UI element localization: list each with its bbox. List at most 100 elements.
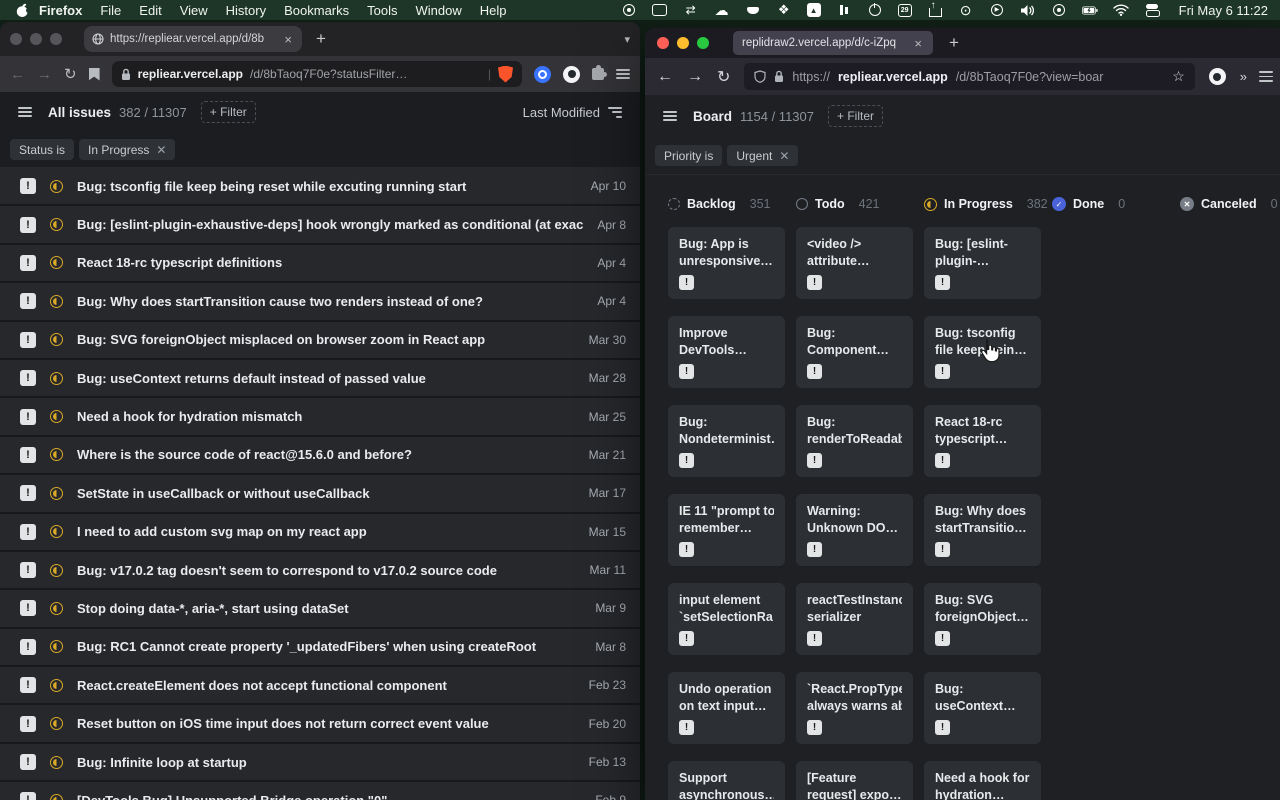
- address-bar[interactable]: https://repliear.vercel.app/d/8bTaoq7F0e…: [744, 63, 1194, 90]
- issue-row[interactable]: [DevTools Bug] Unsupported Bridge operat…: [0, 782, 640, 800]
- board-card[interactable]: input element`setSelectionRa: [668, 583, 785, 655]
- apple-menu-icon[interactable]: [14, 2, 30, 18]
- github-extension-icon[interactable]: [563, 66, 580, 83]
- board-card[interactable]: Warning:Unknown DO…: [796, 494, 913, 566]
- browser-tab-right[interactable]: replidraw2.vercel.app/d/c-iZpq ×: [733, 31, 933, 55]
- share-icon[interactable]: [927, 2, 943, 18]
- board-card[interactable]: [Featurerequest] expo…: [796, 761, 913, 800]
- board-card[interactable]: Undo operationon text input…: [668, 672, 785, 744]
- menu-bookmarks[interactable]: Bookmarks: [275, 3, 358, 18]
- menu-firefox[interactable]: Firefox: [30, 3, 91, 18]
- menu-history[interactable]: History: [217, 3, 275, 18]
- board-card[interactable]: Bug: Why doesstartTransitio…: [924, 494, 1041, 566]
- stats-bars-icon[interactable]: [836, 2, 852, 18]
- display-icon[interactable]: [652, 2, 668, 18]
- github-account-icon[interactable]: [1209, 68, 1226, 85]
- filter-field-chip[interactable]: Priority is: [655, 145, 722, 166]
- sort-icon[interactable]: [608, 107, 622, 118]
- reload-button[interactable]: ↻: [64, 65, 77, 83]
- remove-filter-icon[interactable]: ✕: [779, 149, 789, 163]
- filter-value-chip[interactable]: Urgent ✕: [727, 145, 798, 166]
- battery-icon[interactable]: [1082, 2, 1098, 18]
- forward-button[interactable]: →: [37, 66, 52, 83]
- app-sidebar-toggle-icon[interactable]: [18, 107, 32, 117]
- menu-tools[interactable]: Tools: [358, 3, 406, 18]
- new-tab-button[interactable]: +: [310, 29, 332, 49]
- sync-icon[interactable]: [683, 2, 699, 18]
- issue-row[interactable]: Bug: Why does startTransition cause two …: [0, 283, 640, 321]
- board-card[interactable]: IE 11 "prompt toremember…: [668, 494, 785, 566]
- menu-bar-clock[interactable]: Fri May 6 11:22: [1179, 3, 1268, 18]
- tab-close-icon[interactable]: ×: [912, 36, 924, 51]
- board-card[interactable]: Bug:renderToReadab: [796, 405, 913, 477]
- menu-file[interactable]: File: [91, 3, 130, 18]
- issue-row[interactable]: Bug: RC1 Cannot create property '_update…: [0, 629, 640, 667]
- forward-button[interactable]: →: [687, 68, 703, 86]
- issue-row[interactable]: Bug: SVG foreignObject misplaced on brow…: [0, 322, 640, 360]
- calendar-icon[interactable]: 29: [898, 4, 912, 17]
- issue-row[interactable]: React 18-rc typescript definitionsApr 4: [0, 245, 640, 283]
- overflow-menu-icon[interactable]: »: [1240, 69, 1245, 84]
- menu-edit[interactable]: Edit: [130, 3, 170, 18]
- browser-tab-left[interactable]: https://repliear.vercel.app/d/8b ×: [84, 26, 302, 52]
- docker-icon[interactable]: [745, 2, 761, 18]
- browser-menu-icon[interactable]: [1259, 71, 1273, 81]
- reload-button[interactable]: ↻: [717, 67, 730, 87]
- add-filter-button[interactable]: + Filter: [828, 105, 883, 127]
- menu-help[interactable]: Help: [471, 3, 516, 18]
- board-card[interactable]: <video />attribute…: [796, 227, 913, 299]
- issue-row[interactable]: Reset button on iOS time input does not …: [0, 705, 640, 743]
- tab-search-chevron-icon[interactable]: ▾: [624, 33, 630, 46]
- board-card-hovered[interactable]: Bug: tsconfigfile keep bein…: [924, 316, 1041, 388]
- extensions-puzzle-icon[interactable]: [592, 68, 604, 80]
- issue-row[interactable]: Stop doing data-*, aria-*, start using d…: [0, 590, 640, 628]
- record-icon[interactable]: [621, 2, 637, 18]
- board-card[interactable]: `React.PropTypealways warns ab: [796, 672, 913, 744]
- filter-field-chip[interactable]: Status is: [10, 139, 74, 160]
- power-icon[interactable]: [958, 2, 974, 18]
- traffic-lights-inactive[interactable]: [10, 33, 62, 45]
- sort-order-label[interactable]: Last Modified: [523, 105, 600, 120]
- issue-row[interactable]: Bug: tsconfig file keep being reset whil…: [0, 168, 640, 206]
- address-bar[interactable]: repliear.vercel.app /d/8bTaoq7F0e?status…: [112, 61, 522, 87]
- board-card[interactable]: Bug: App isunresponsive…: [668, 227, 785, 299]
- board-card[interactable]: Supportasynchronous…: [668, 761, 785, 800]
- issue-row[interactable]: Bug: v17.0.2 tag doesn't seem to corresp…: [0, 552, 640, 590]
- issue-row[interactable]: Bug: [eslint-plugin-exhaustive-deps] hoo…: [0, 206, 640, 244]
- traffic-lights-active[interactable]: [657, 37, 709, 49]
- wifi-icon[interactable]: [1113, 2, 1129, 18]
- issue-row[interactable]: Bug: useContext returns default instead …: [0, 360, 640, 398]
- bookmark-star-icon[interactable]: ☆: [1172, 68, 1185, 85]
- board-card[interactable]: Bug:useContext…: [924, 672, 1041, 744]
- board-card[interactable]: React 18-rctypescript…: [924, 405, 1041, 477]
- browser-menu-icon[interactable]: [616, 69, 630, 79]
- power-circle-icon[interactable]: [867, 2, 883, 18]
- brave-shield-icon[interactable]: [498, 66, 513, 83]
- dropbox-icon[interactable]: [776, 2, 792, 18]
- new-tab-button[interactable]: +: [943, 33, 965, 53]
- board-card[interactable]: Bug: SVGforeignObject…: [924, 583, 1041, 655]
- board-card[interactable]: ImproveDevTools…: [668, 316, 785, 388]
- menu-view[interactable]: View: [171, 3, 217, 18]
- control-center-icon[interactable]: [1144, 2, 1160, 18]
- back-button[interactable]: ←: [657, 68, 673, 86]
- board-card[interactable]: Bug: [eslint-plugin-…: [924, 227, 1041, 299]
- filter-value-chip[interactable]: In Progress ✕: [79, 139, 175, 160]
- board-card[interactable]: reactTestInstancserializer: [796, 583, 913, 655]
- play-circle-icon[interactable]: [989, 2, 1005, 18]
- volume-icon[interactable]: [1020, 2, 1036, 18]
- issue-row[interactable]: React.createElement does not accept func…: [0, 667, 640, 705]
- issue-row[interactable]: Where is the source code of react@15.6.0…: [0, 437, 640, 475]
- vercel-icon[interactable]: [807, 3, 821, 17]
- bookmark-icon[interactable]: [89, 68, 100, 81]
- issue-row[interactable]: SetState in useCallback or without useCa…: [0, 475, 640, 513]
- issue-row[interactable]: Bug: Infinite loop at startupFeb 13: [0, 744, 640, 782]
- board-card[interactable]: Bug:Component…: [796, 316, 913, 388]
- board-card[interactable]: Need a hook forhydration…: [924, 761, 1041, 800]
- cloud-icon[interactable]: [714, 2, 730, 18]
- issue-row[interactable]: I need to add custom svg map on my react…: [0, 514, 640, 552]
- remove-filter-icon[interactable]: ✕: [156, 143, 166, 157]
- user-circle-icon[interactable]: [1051, 2, 1067, 18]
- menu-window[interactable]: Window: [407, 3, 471, 18]
- onepassword-extension-icon[interactable]: [534, 66, 551, 83]
